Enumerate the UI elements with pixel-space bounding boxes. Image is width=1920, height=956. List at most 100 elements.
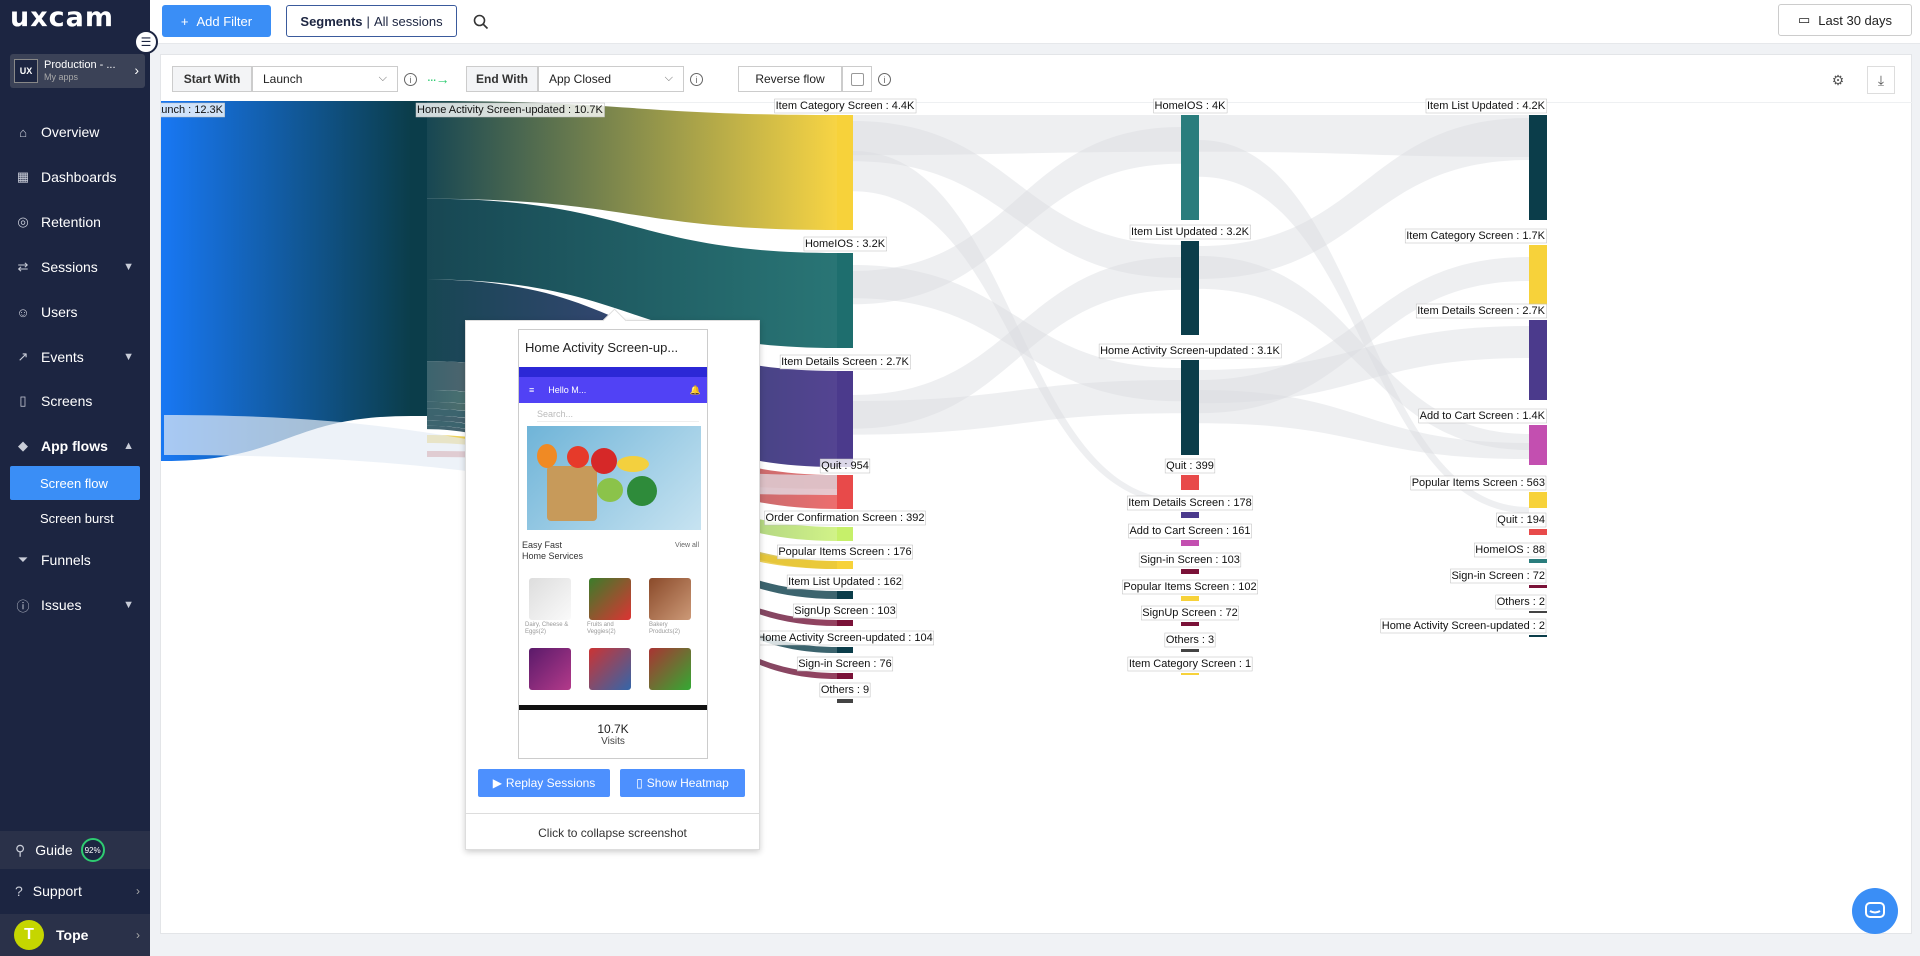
flow-node[interactable]: [837, 647, 853, 653]
support-button[interactable]: ? Support ›: [0, 872, 150, 910]
flow-link[interactable]: [164, 101, 411, 461]
screen-title: Home Activity Screen-up...: [525, 340, 679, 355]
flow-node-label: Home Activity Screen-updated : 2: [1382, 620, 1545, 632]
flow-node-label: Add to Cart Screen : 1.4K: [1420, 410, 1546, 422]
flow-link[interactable]: [853, 380, 1181, 435]
collapse-screenshot-link[interactable]: Click to collapse screenshot: [466, 813, 759, 851]
nav-funnels[interactable]: ⏷ Funnels: [0, 542, 150, 578]
nav-label: Dashboards: [41, 169, 117, 185]
sessions-icon: ⇄: [17, 259, 29, 274]
flow-node[interactable]: [1529, 425, 1547, 465]
flow-node[interactable]: [1181, 475, 1199, 490]
flow-node[interactable]: [837, 371, 853, 467]
flow-link[interactable]: [1199, 390, 1529, 459]
nav-dashboards[interactable]: ▦ Dashboards: [0, 159, 150, 195]
flow-node[interactable]: [1529, 245, 1547, 305]
flow-node[interactable]: [411, 101, 427, 416]
nav-screen-flow[interactable]: Screen flow: [10, 466, 140, 500]
separator: |: [366, 13, 370, 29]
flow-node[interactable]: [837, 620, 853, 626]
flow-node[interactable]: [1529, 492, 1547, 508]
flow-node[interactable]: [1529, 611, 1547, 613]
flow-node-label: Order Confirmation Screen : 392: [766, 512, 925, 524]
flow-node-label: HomeIOS : 4K: [1155, 100, 1227, 112]
bell-icon: 🔔: [689, 384, 701, 395]
play-icon: ▶: [492, 776, 502, 790]
user-menu[interactable]: T Tope ›: [0, 914, 150, 956]
nav-overview[interactable]: ⌂ Overview: [0, 114, 150, 150]
date-range-button[interactable]: ▭ Last 30 days: [1778, 4, 1912, 36]
flow-node[interactable]: [837, 699, 853, 703]
flow-node-label: Launch : 12.3K: [161, 104, 224, 116]
flow-node[interactable]: [1181, 540, 1199, 546]
category-thumb: [529, 578, 571, 620]
flow-node[interactable]: [1529, 529, 1547, 535]
chevron-up-icon: ▲: [123, 440, 134, 452]
flow-node[interactable]: [1529, 559, 1547, 563]
support-label: Support: [32, 883, 82, 899]
flow-node[interactable]: [1529, 585, 1547, 588]
chevron-down-icon: ▼: [123, 261, 134, 273]
flow-node[interactable]: [837, 253, 853, 348]
flow-node-label: Item Category Screen : 1: [1129, 658, 1251, 670]
flow-node[interactable]: [837, 561, 853, 569]
flow-node[interactable]: [1181, 512, 1199, 518]
product-thumb: [589, 648, 631, 690]
flow-node[interactable]: [1529, 320, 1547, 400]
flow-node[interactable]: [161, 101, 164, 461]
segments-button[interactable]: Segments | All sessions: [286, 5, 457, 37]
flow-node[interactable]: [1181, 241, 1199, 335]
project-selector[interactable]: UX Production - ... My apps ›: [10, 54, 145, 88]
add-filter-button[interactable]: + Add Filter: [162, 5, 271, 37]
flow-node[interactable]: [1529, 115, 1547, 220]
flow-node[interactable]: [1181, 596, 1199, 601]
nav-retention[interactable]: ◎ Retention: [0, 204, 150, 240]
nav-sessions[interactable]: ⇄ Sessions ▼: [0, 249, 150, 285]
flow-node[interactable]: [1181, 649, 1199, 652]
flow-node-label: Item Details Screen : 2.7K: [1417, 305, 1545, 317]
nav-app-flows[interactable]: ◆ App flows ▲: [0, 428, 150, 464]
flow-node[interactable]: [837, 475, 853, 509]
mobile-icon: ▯: [636, 776, 643, 790]
show-heatmap-button[interactable]: ▯ Show Heatmap: [620, 769, 745, 797]
guide-button[interactable]: ⚲ Guide 92%: [0, 831, 150, 869]
flow-node[interactable]: [837, 591, 853, 599]
replay-sessions-label: Replay Sessions: [505, 776, 596, 790]
nav-issues[interactable]: ⓘ Issues ▼: [0, 587, 150, 623]
flow-node[interactable]: [1181, 673, 1199, 675]
product-thumb: [529, 648, 571, 690]
project-sub: My apps: [44, 72, 79, 82]
nav-users[interactable]: ☺ Users: [0, 294, 150, 330]
chat-launcher-button[interactable]: [1852, 888, 1898, 934]
nav-screens[interactable]: ▯ Screens: [0, 383, 150, 419]
guide-icon: ⚲: [15, 841, 26, 858]
sidebar-collapse-button[interactable]: ☰: [134, 30, 158, 54]
category-caption: Fruits and Veggies(2): [587, 622, 616, 635]
nav-screen-burst[interactable]: Screen burst: [10, 501, 140, 535]
app-product-grid: [529, 648, 707, 690]
guide-progress-badge: 92%: [80, 838, 105, 862]
screen-screenshot[interactable]: ≡ Hello M... 🔔 Search... Easy Fast Home Ser…: [519, 367, 707, 705]
replay-sessions-button[interactable]: ▶ Replay Sessions: [478, 769, 610, 797]
flow-node-label: Item Details Screen : 178: [1128, 497, 1252, 509]
app-heading: Easy Fast Home Services View all: [522, 540, 707, 562]
chevron-down-icon: ▼: [123, 351, 134, 363]
screen-preview-popup: Home Activity Screen-up... ≡ Hello M... 🔔 …: [465, 320, 760, 850]
nav-events[interactable]: ↗ Events ▼: [0, 339, 150, 375]
guide-label: Guide: [35, 842, 73, 858]
search-icon[interactable]: [472, 13, 490, 31]
flow-node[interactable]: [1181, 622, 1199, 626]
nav-label: Users: [41, 304, 78, 320]
flow-node[interactable]: [837, 673, 853, 679]
collapse-icon: ☰: [140, 35, 152, 49]
flow-node[interactable]: [1181, 115, 1199, 220]
flow-node[interactable]: [837, 115, 853, 230]
flow-node-label: Popular Items Screen : 176: [778, 546, 911, 558]
flow-node[interactable]: [1529, 635, 1547, 637]
flow-node[interactable]: [1181, 569, 1199, 574]
category-caption: Bakery Products(2): [649, 622, 681, 635]
flow-node-label: Others : 3: [1166, 634, 1214, 646]
uxcam-logo[interactable]: uxcam: [10, 2, 114, 33]
flow-node[interactable]: [1181, 360, 1199, 455]
flow-node[interactable]: [837, 527, 853, 541]
